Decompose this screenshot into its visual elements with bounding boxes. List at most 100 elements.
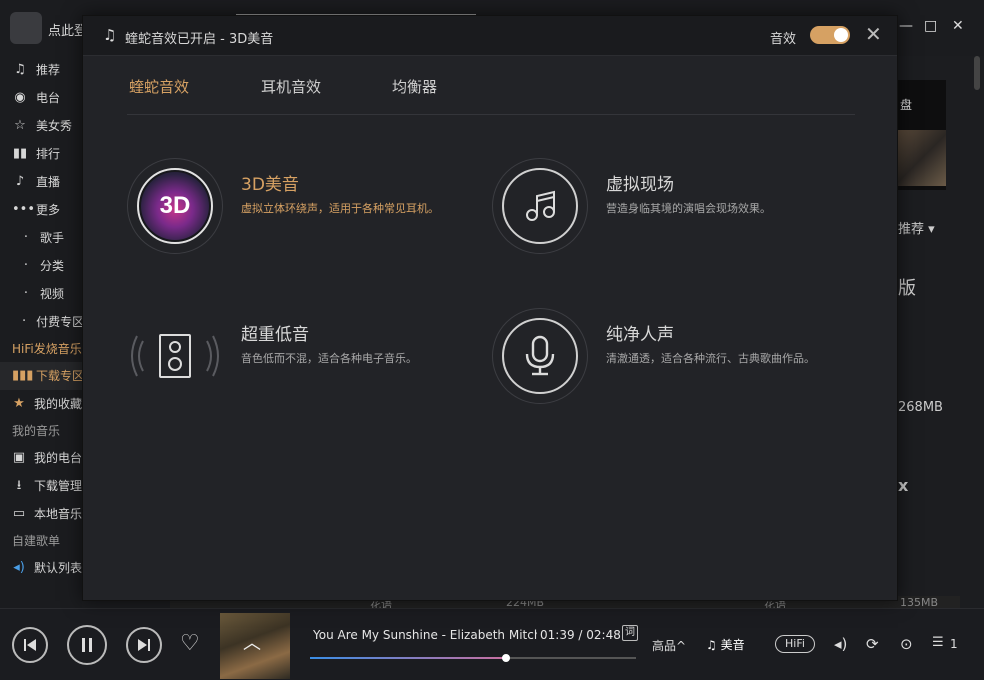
song-time: 01:39 / 02:48: [540, 628, 621, 642]
sidebar-item-download-manager[interactable]: ⭳ 下载管理: [0, 472, 82, 500]
effect-title: 3D美音: [241, 175, 299, 195]
sidebar-item-label: 我的电台: [33, 451, 82, 465]
hifi-toggle[interactable]: HiFi: [775, 635, 815, 653]
progress-handle[interactable]: [501, 654, 510, 662]
lyric-button[interactable]: 词: [622, 625, 638, 641]
playlist-icon[interactable]: ☰: [932, 635, 944, 650]
dialog-title: 蝰蛇音效已开启 - 3D美音: [125, 32, 274, 47]
total-time: 02:48: [586, 628, 621, 642]
star-icon: ★: [13, 396, 25, 411]
sidebar-item-label: 视频: [40, 287, 65, 301]
sidebar-item-ranking[interactable]: ▮▮ 排行: [0, 140, 82, 168]
banner[interactable]: 盘: [898, 80, 946, 190]
player-bar: ♡ ︿ You Are My Sunshine - Elizabeth Mitc…: [0, 608, 984, 680]
sidebar-item-show[interactable]: ☆ 美女秀: [0, 112, 82, 140]
sort-label: 推荐: [898, 222, 925, 237]
sound-effect-toggle[interactable]: [810, 26, 850, 44]
playlist-section-title: 自建歌单: [12, 534, 61, 548]
effect-description: 营造身临其境的演唱会现场效果。: [606, 202, 771, 215]
bar-chart-icon: ▮▮: [12, 146, 28, 161]
sidebar-item-favorites[interactable]: ★ 我的收藏: [0, 390, 82, 418]
close-window-icon[interactable]: ✕: [952, 18, 964, 34]
sidebar-item-label: 下载管理: [33, 479, 82, 493]
effect-pure-vocal[interactable]: 纯净人声 清澈通透，适合各种流行、古典歌曲作品。: [492, 308, 872, 408]
monitor-icon: ▭: [12, 506, 26, 521]
pause-icon: [82, 638, 92, 652]
music-note-icon: [526, 190, 555, 221]
pause-button[interactable]: [67, 625, 107, 665]
sound-effect-dialog: ♫ 蝰蛇音效已开启 - 3D美音 音效 ✕ 蝰蛇音效 耳机音效 均衡器 3D 3…: [82, 15, 898, 601]
more-options-icon[interactable]: ⊙: [900, 635, 913, 653]
effect-icon-circle: [137, 318, 213, 394]
waveform-icon: ▮▮▮: [12, 368, 34, 383]
effect-description: 清澈通透，适合各种流行、古典歌曲作品。: [606, 352, 815, 365]
more-icon: •••: [12, 202, 36, 217]
content-area: 盘 推荐 ▾ 版 268MB x: [898, 56, 984, 608]
sidebar-item-singer[interactable]: · 歌手: [0, 224, 82, 252]
current-time: 01:39: [540, 628, 575, 642]
microphone-icon: ♪: [15, 174, 25, 189]
dot-icon: ·: [22, 314, 27, 329]
sidebar-item-download-zone[interactable]: ▮▮▮ 下载专区: [0, 362, 82, 390]
tab-equalizer[interactable]: 均衡器: [392, 76, 437, 97]
sidebar-item-label: 更多: [36, 203, 61, 217]
radio-icon: ◉: [14, 90, 26, 105]
sidebar-item-label: 美女秀: [36, 119, 73, 133]
speaker-icon: [159, 334, 191, 378]
music-note-icon: ♫: [706, 638, 717, 652]
repeat-icon[interactable]: ⟳: [866, 635, 879, 653]
effect-3d-surround[interactable]: 3D 3D美音 虚拟立体环绕声，适用于各种常见耳机。: [127, 158, 507, 258]
sidebar-item-live[interactable]: ♪ 直播: [0, 168, 82, 196]
radio-icon: ▣: [12, 450, 26, 465]
music-note-icon: ♫: [103, 26, 117, 44]
progress-bar[interactable]: [310, 654, 636, 662]
dialog-header: ♫ 蝰蛇音效已开启 - 3D美音 音效 ✕: [83, 16, 897, 56]
download-icon: ⭳: [16, 478, 22, 493]
effect-icon-circle: [502, 168, 578, 244]
my-music-section-title: 我的音乐: [12, 424, 61, 438]
sidebar-item-my-radio[interactable]: ▣ 我的电台: [0, 444, 82, 472]
hifi-section-title: HiFi发烧音乐: [12, 342, 82, 356]
dot-icon: ·: [23, 230, 29, 245]
sidebar-item-local-music[interactable]: ▭ 本地音乐: [0, 500, 82, 528]
microphone-icon: [525, 335, 555, 376]
effect-title: 超重低音: [241, 325, 309, 345]
maximize-icon[interactable]: □: [924, 18, 937, 34]
sidebar-item-radio[interactable]: ◉ 电台: [0, 84, 82, 112]
sidebar-item-recommend[interactable]: ♫ 推荐: [0, 56, 82, 84]
sidebar-item-label: 我的收藏: [33, 397, 82, 411]
speaker-icon: ◂): [13, 560, 25, 575]
sidebar-item-more[interactable]: ••• 更多: [0, 196, 82, 224]
sidebar-item-category[interactable]: · 分类: [0, 252, 82, 280]
next-button[interactable]: [126, 627, 162, 663]
quality-selector[interactable]: 高品^: [652, 637, 686, 654]
dot-icon: ·: [23, 286, 29, 301]
effect-heavy-bass[interactable]: 超重低音 音色低而不混，适合各种电子音乐。: [127, 308, 507, 408]
close-icon[interactable]: ✕: [865, 23, 882, 45]
effect-description: 虚拟立体环绕声，适用于各种常见耳机。: [241, 202, 439, 215]
banner-text: 盘: [900, 98, 913, 112]
song-title[interactable]: You Are My Sunshine - Elizabeth Mitchell: [313, 628, 537, 642]
heart-icon[interactable]: ♡: [180, 631, 200, 656]
album-title: 版: [898, 278, 916, 299]
volume-icon[interactable]: ◂): [834, 635, 847, 653]
minimize-icon[interactable]: —: [899, 18, 913, 34]
chevron-up-icon[interactable]: ︿: [243, 629, 261, 655]
sound-effect-button[interactable]: ♫ 美音: [706, 636, 745, 653]
tab-divider: [127, 114, 855, 115]
effect-virtual-live[interactable]: 虚拟现场 营造身临其境的演唱会现场效果。: [492, 158, 872, 258]
scrollbar[interactable]: [974, 56, 980, 90]
tab-viper-effect[interactable]: 蝰蛇音效: [129, 76, 189, 97]
sidebar-item-label: 推荐: [36, 63, 61, 77]
sound-effect-label: 美音: [720, 638, 745, 652]
sidebar-item-paid[interactable]: · 付费专区: [0, 308, 82, 336]
dot-icon: ·: [23, 258, 29, 273]
sidebar-item-video[interactable]: · 视频: [0, 280, 82, 308]
sidebar-item-label: 分类: [40, 259, 65, 273]
sort-dropdown[interactable]: 推荐 ▾: [898, 218, 935, 237]
tab-headphone-effect[interactable]: 耳机音效: [261, 76, 321, 97]
previous-button[interactable]: [12, 627, 48, 663]
app-logo[interactable]: [10, 12, 42, 44]
sidebar-item-default-list[interactable]: ◂) 默认列表: [0, 554, 82, 582]
album-title: x: [898, 476, 909, 495]
